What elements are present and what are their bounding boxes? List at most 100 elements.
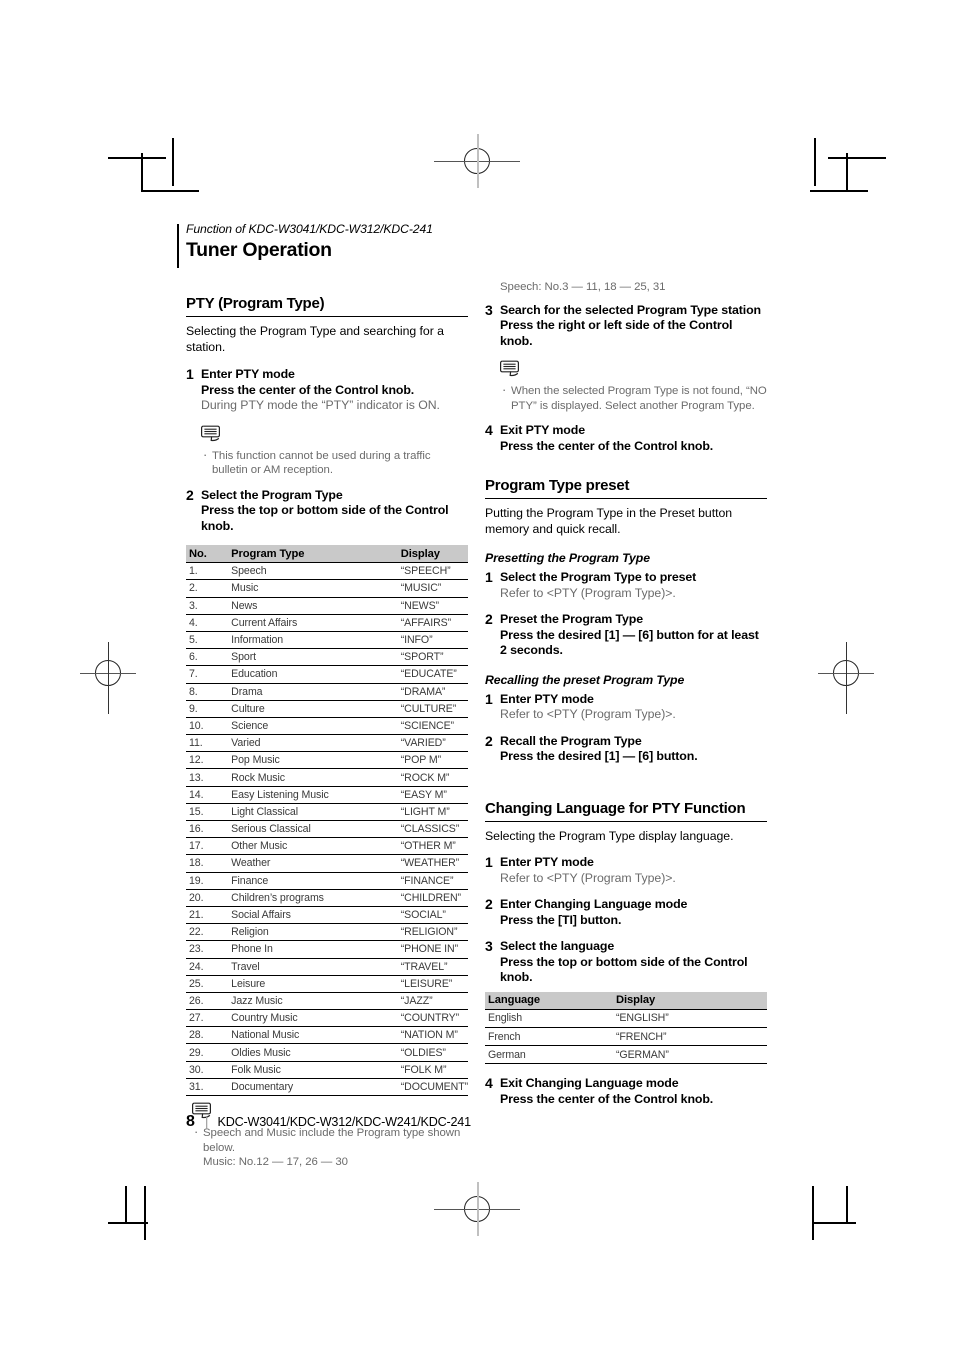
table-cell-type: Leisure [217, 975, 389, 993]
language-table: Language Display English “ENGLISH” French “… [485, 991, 767, 1065]
table-cell-no: 25. [186, 975, 218, 993]
crop-mark [812, 1186, 814, 1240]
table-cell-display: “JAZZ” [388, 992, 468, 1011]
table-cell-type: Other Music [217, 837, 389, 856]
crop-mark [846, 1186, 848, 1224]
subheading-presetting: Presetting the Program Type [485, 551, 650, 566]
table-cell-type: Country Music [217, 1009, 389, 1028]
table-cell-type: Science [217, 717, 389, 736]
table-row: 30. Folk Music “FOLK M” [186, 1061, 468, 1079]
subheading-recalling: Recalling the preset Program Type [485, 672, 685, 687]
language-table-body: English “ENGLISH” French “FRENCH” German “GER… [485, 1009, 767, 1065]
table-cell-type: Varied [217, 734, 389, 753]
preset-step-1: 1 Select the Program Type to preset Refe… [485, 569, 767, 601]
section-heading-language: Changing Language for PTY Function [485, 799, 746, 817]
table-cell-type: Social Affairs [217, 906, 389, 925]
step-note: Refer to <PTY (Program Type)>. [500, 585, 676, 600]
table-header-row: Language Display [485, 991, 767, 1010]
crop-mark [814, 138, 816, 186]
step-title: Search for the selected Program Type sta… [500, 302, 761, 317]
table-cell-display: “PHONE IN” [388, 940, 468, 959]
table-cell-display: “GERMAN” [600, 1045, 767, 1065]
footer-model-list: KDC-W3041/KDC-W312/KDC-W241/KDC-241 [217, 1115, 472, 1129]
table-cell-display: “OLDIES” [388, 1043, 468, 1062]
table-row: 11. Varied “VARIED” [186, 734, 468, 753]
table-row: German “GERMAN” [485, 1045, 767, 1065]
step-action: Press the right or left side of the Cont… [500, 318, 733, 348]
table-cell-no: 16. [186, 820, 218, 839]
note-bullet: This function cannot be used during a tr… [201, 448, 468, 478]
section-rule [485, 820, 767, 822]
table-cell-no: 27. [186, 1009, 218, 1028]
table-cell-type: Travel [217, 958, 389, 976]
table-cell-display: “CHILDREN” [388, 889, 468, 907]
table-cell-type: Current Affairs [217, 614, 389, 632]
note-block-step-3: When the selected Program Type is not fo… [500, 360, 767, 413]
table-cell-no: 30. [186, 1061, 218, 1079]
program-type-table-body: 1. Speech “SPEECH” 2. Music “MUSIC” 3. News “NEW… [186, 562, 468, 1097]
table-cell-display: “INFO” [388, 631, 468, 650]
table-cell-type: Jazz Music [217, 992, 389, 1011]
table-cell-type: Weather [217, 854, 389, 873]
table-cell-no: 7. [186, 665, 218, 684]
note-speech-bubble-icon [201, 425, 468, 448]
note-music-range: Music: No.12 — 17, 26 — 30 [203, 1156, 348, 1168]
table-cell-type: Music [217, 579, 389, 598]
step-note: Refer to <PTY (Program Type)>. [500, 870, 676, 885]
step-note: Refer to <PTY (Program Type)>. [500, 707, 676, 722]
table-cell-display: “NATION M” [388, 1026, 468, 1045]
table-row: English “ENGLISH” [485, 1009, 767, 1028]
step-action: Press the center of the Control knob. [500, 1091, 714, 1106]
step-number: 2 [485, 732, 493, 749]
table-cell-type: Information [217, 631, 389, 650]
table-cell-no: 4. [186, 614, 218, 632]
table-cell-display: “EASY M” [388, 786, 468, 804]
table-cell-type: Education [217, 665, 389, 684]
table-cell-no: 21. [186, 906, 218, 925]
table-cell-type: Sport [217, 648, 389, 667]
table-cell-display: “AFFAIRS” [388, 614, 468, 632]
step-2-select-program-type: 2 Select the Program Type Press the top … [186, 487, 468, 535]
table-cell-type: Documentary [217, 1078, 389, 1097]
table-cell-type: Pop Music [217, 751, 389, 770]
step-title: Enter PTY mode [500, 855, 594, 870]
table-cell-display: “FINANCE” [388, 872, 468, 890]
preset-intro-text: Putting the Program Type in the Preset b… [485, 506, 733, 536]
table-cell-display: “WEATHER” [388, 854, 468, 873]
step-action: Press the [TI] button. [500, 912, 622, 927]
note-speech-range: Speech: No.3 — 11, 18 — 25, 31 [500, 281, 666, 293]
registration-line-vertical [477, 134, 479, 188]
column-header-display: Display [600, 991, 767, 1010]
table-cell-no: 9. [186, 700, 218, 718]
table-cell-language: German [485, 1045, 600, 1065]
step-number: 2 [485, 611, 493, 628]
table-row: 16. Serious Classical “CLASSICS” [186, 820, 468, 839]
table-cell-display: “ROCK M” [388, 768, 468, 787]
table-cell-no: 8. [186, 683, 218, 701]
table-row: 17. Other Music “OTHER M” [186, 837, 468, 856]
table-cell-display: “DRAMA” [388, 683, 468, 701]
left-column: PTY (Program Type) Selecting the Program… [186, 294, 468, 1180]
pty-intro-text: Selecting the Program Type and searching… [186, 324, 444, 354]
table-cell-display: “OTHER M” [388, 837, 468, 856]
registration-line-vertical [846, 642, 847, 714]
table-row: 26. Jazz Music “JAZZ” [186, 992, 468, 1011]
table-cell-display: “LEISURE” [388, 975, 468, 993]
table-row: 14. Easy Listening Music “EASY M” [186, 786, 468, 804]
step-number: 2 [485, 896, 493, 913]
table-cell-display: “SCIENCE” [388, 717, 468, 736]
table-cell-type: Light Classical [217, 803, 389, 822]
chapter-title: Tuner Operation [186, 239, 332, 261]
table-cell-no: 12. [186, 751, 218, 770]
table-cell-type: News [217, 597, 389, 615]
step-number: 1 [186, 366, 194, 383]
step-action: Press the center of the Control knob. [201, 382, 415, 397]
table-cell-no: 13. [186, 768, 218, 787]
table-cell-no: 6. [186, 648, 218, 667]
page-footer: 8 | KDC-W3041/KDC-W312/KDC-W241/KDC-241 [186, 1112, 471, 1132]
table-cell-type: Folk Music [217, 1061, 389, 1079]
table-cell-type: Drama [217, 683, 389, 701]
table-cell-display: “SPEECH” [388, 562, 468, 581]
step-action: Press the center of the Control knob. [500, 438, 714, 453]
registration-line-vertical [108, 642, 109, 714]
